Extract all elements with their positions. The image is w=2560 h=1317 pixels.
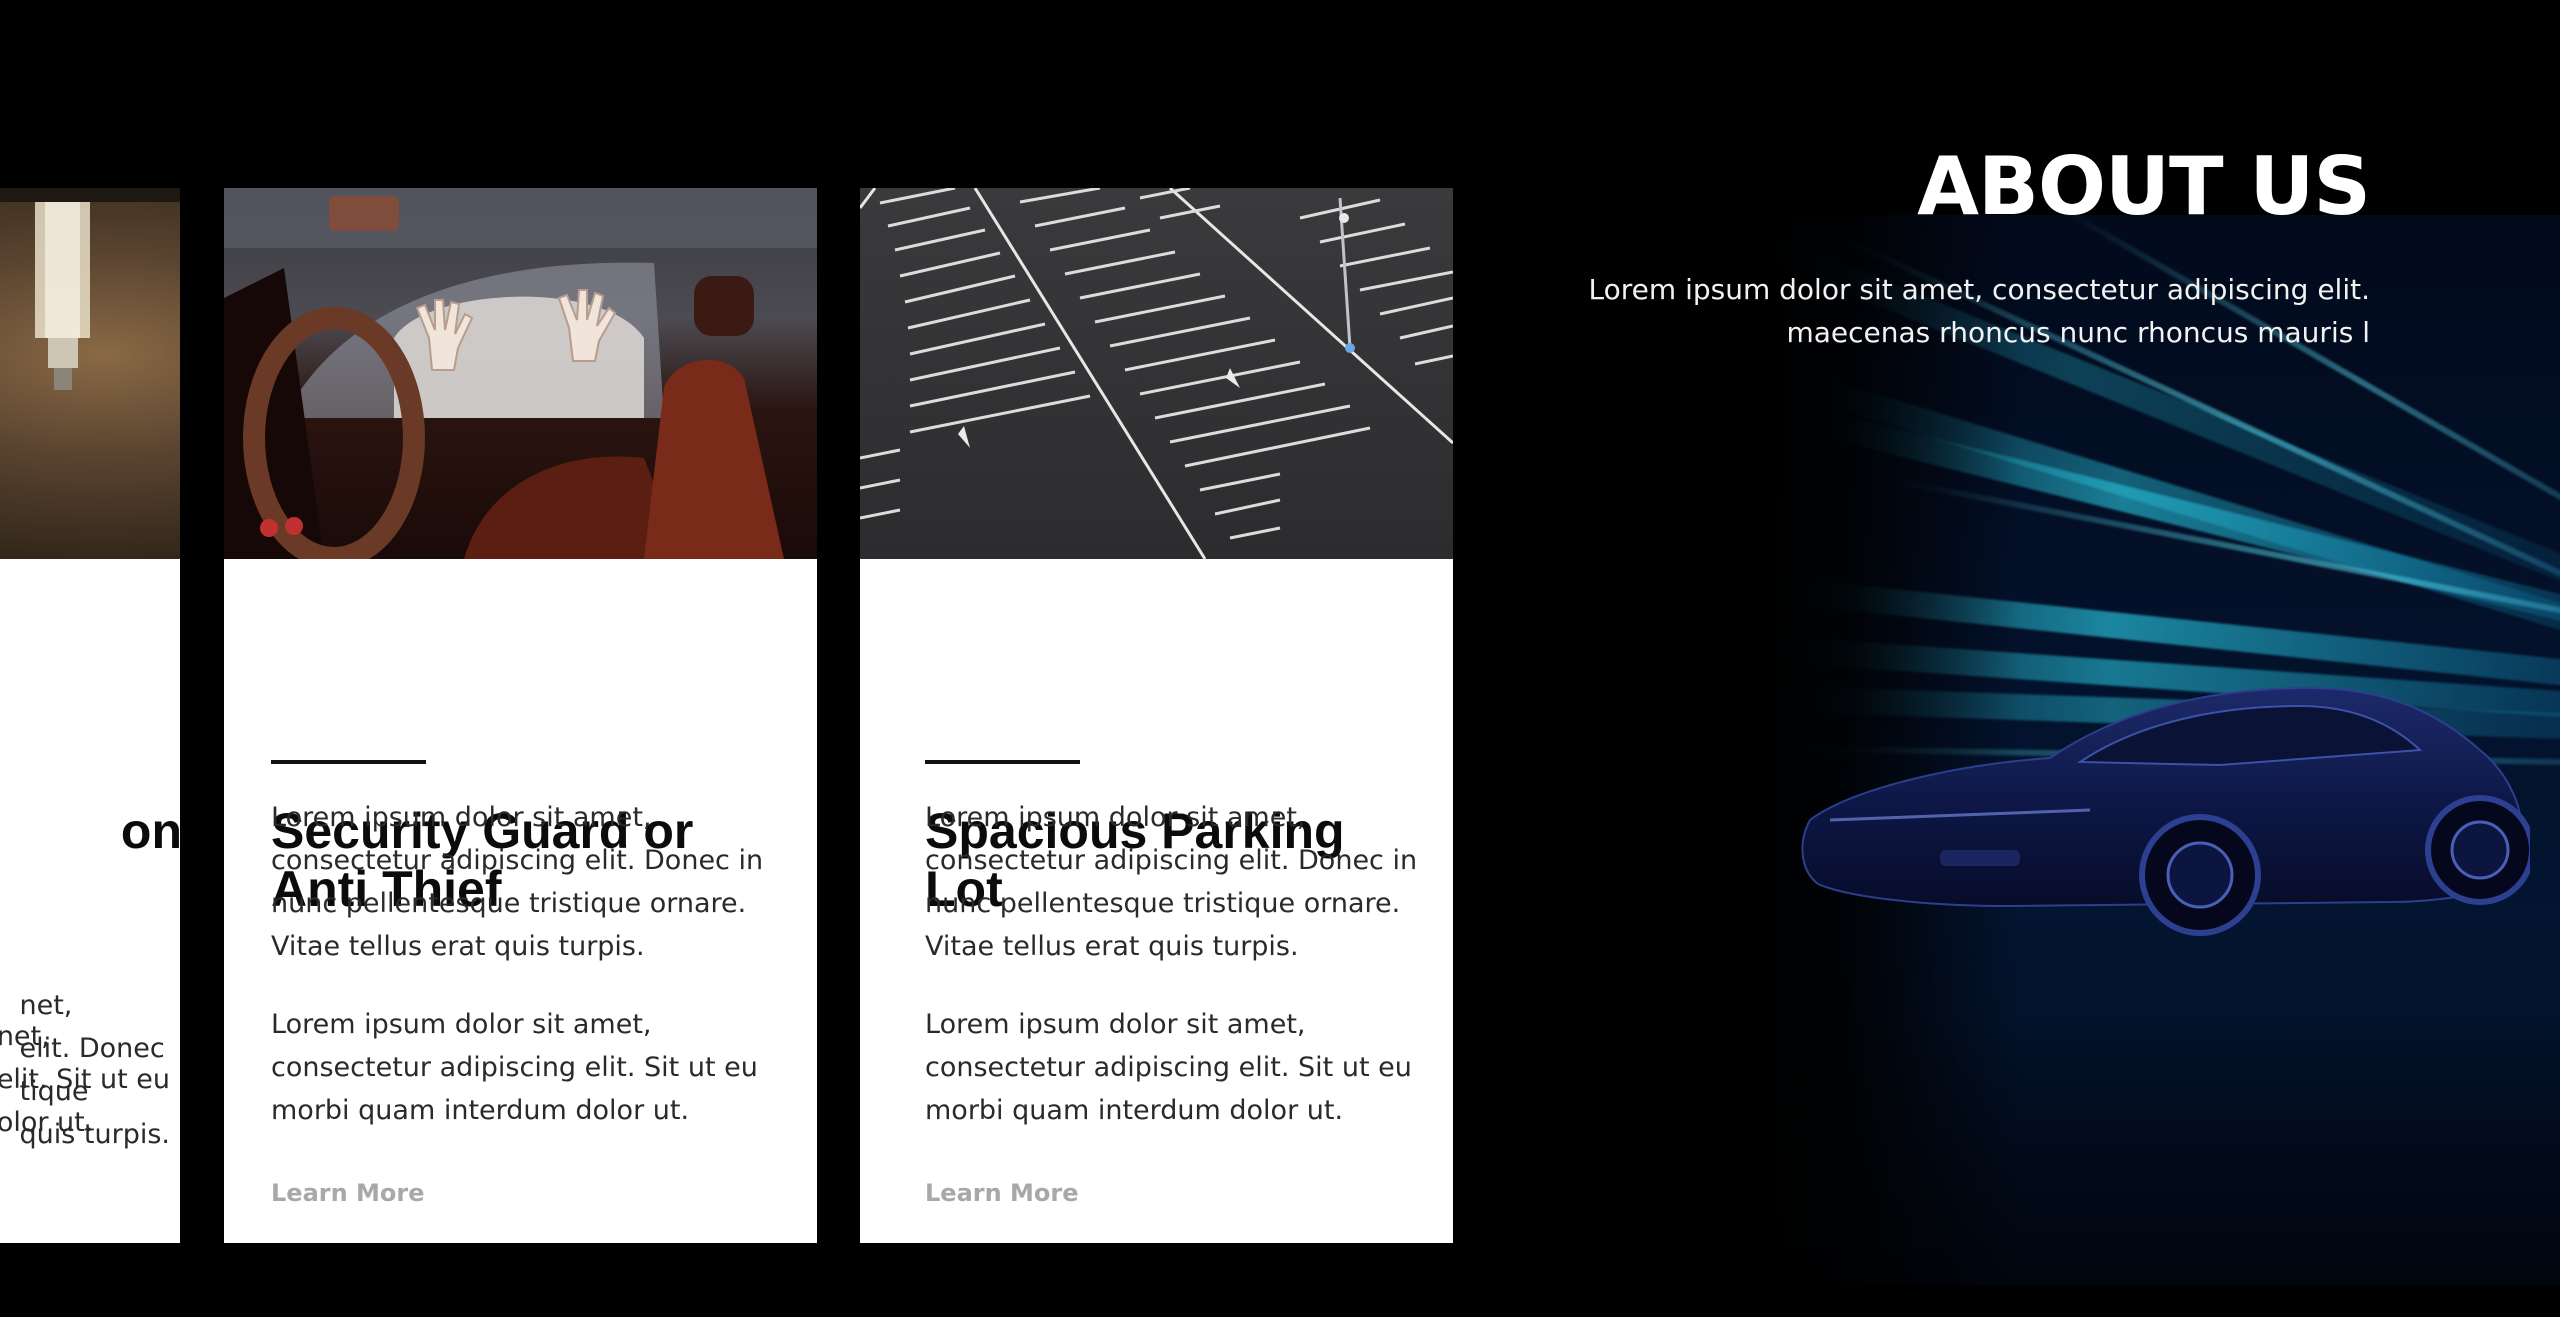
ceiling-lamp-image <box>0 188 180 559</box>
card-title: on <box>120 803 180 859</box>
about-us-description-line-1: Lorem ipsum dolor sit amet, consectetur … <box>1588 273 2370 306</box>
about-us-title: ABOUT US <box>1917 140 2371 233</box>
paragraph-line: olor ut. <box>0 1107 94 1138</box>
card-paragraph-2: Lorem ipsum dolor sit amet, consectetur … <box>925 1009 1412 1126</box>
card-paragraph-2: Lorem ipsum dolor sit amet, consectetur … <box>271 1009 758 1126</box>
about-us-description: Lorem ipsum dolor sit amet, consectetur … <box>1470 268 2370 354</box>
card-paragraph-2: net, elit. Sit ut eu olor ut. <box>0 1015 170 1144</box>
about-us-section: on net, elit. Donec tique quis turpis. n… <box>0 0 2560 1317</box>
sports-car-icon <box>1801 686 2530 936</box>
about-us-description-line-2: maecenas rhoncus nunc rhoncus mauris l <box>1786 316 2371 349</box>
parking-lot-image <box>860 188 1453 559</box>
service-card-parking-lot: Spacious Parking Lot Lorem ipsum dolor s… <box>860 188 1453 1243</box>
card-paragraph-1: Lorem ipsum dolor sit amet, consectetur … <box>271 802 764 962</box>
learn-more-link[interactable]: Learn More <box>925 1179 1079 1207</box>
service-card-security-guard: Security Guard or Anti Thief Lorem ipsum… <box>224 188 817 1243</box>
title-divider <box>271 760 426 764</box>
title-divider <box>925 760 1080 764</box>
paragraph-line: net, <box>0 1021 50 1052</box>
card-paragraph-1: Lorem ipsum dolor sit amet, consectetur … <box>925 802 1418 962</box>
car-interior-thief-image <box>224 188 817 559</box>
paragraph-line: elit. Sit ut eu <box>0 1064 170 1095</box>
service-card-partial: on net, elit. Donec tique quis turpis. n… <box>0 188 180 1243</box>
learn-more-link[interactable]: Learn More <box>271 1179 425 1207</box>
